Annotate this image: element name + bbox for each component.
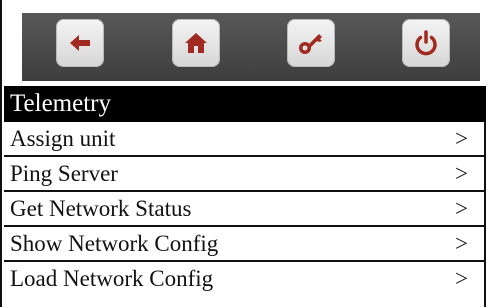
home-button[interactable] xyxy=(172,19,220,67)
power-button[interactable] xyxy=(402,19,450,67)
chevron-right-icon: > xyxy=(455,196,468,221)
menu-item-show-network-config[interactable]: Show Network Config > xyxy=(4,227,486,262)
chevron-right-icon: > xyxy=(455,126,468,151)
device-screen: Telemetry Assign unit > Ping Server > Ge… xyxy=(0,0,486,307)
back-arrow-icon xyxy=(70,35,90,51)
page-title: Telemetry xyxy=(4,86,486,122)
back-button[interactable] xyxy=(56,19,104,67)
chevron-right-icon: > xyxy=(455,161,468,186)
menu-item-label: Ping Server xyxy=(10,161,118,186)
chevron-right-icon: > xyxy=(455,266,468,291)
menu-item-assign-unit[interactable]: Assign unit > xyxy=(4,122,486,157)
menu-item-get-network-status[interactable]: Get Network Status > xyxy=(4,192,486,227)
menu-list: Assign unit > Ping Server > Get Network … xyxy=(4,122,486,300)
home-icon xyxy=(185,33,207,53)
toolbar xyxy=(4,0,486,86)
power-icon xyxy=(415,30,437,56)
menu-item-load-network-config[interactable]: Load Network Config > xyxy=(4,262,486,300)
menu-item-ping-server[interactable]: Ping Server > xyxy=(4,157,486,192)
menu-item-label: Show Network Config xyxy=(10,231,219,256)
menu-item-label: Load Network Config xyxy=(10,266,214,291)
chevron-right-icon: > xyxy=(455,231,468,256)
menu-item-label: Get Network Status xyxy=(10,196,192,221)
menu-item-label: Assign unit xyxy=(10,126,116,151)
key-button[interactable] xyxy=(287,19,335,67)
key-icon xyxy=(299,34,322,54)
